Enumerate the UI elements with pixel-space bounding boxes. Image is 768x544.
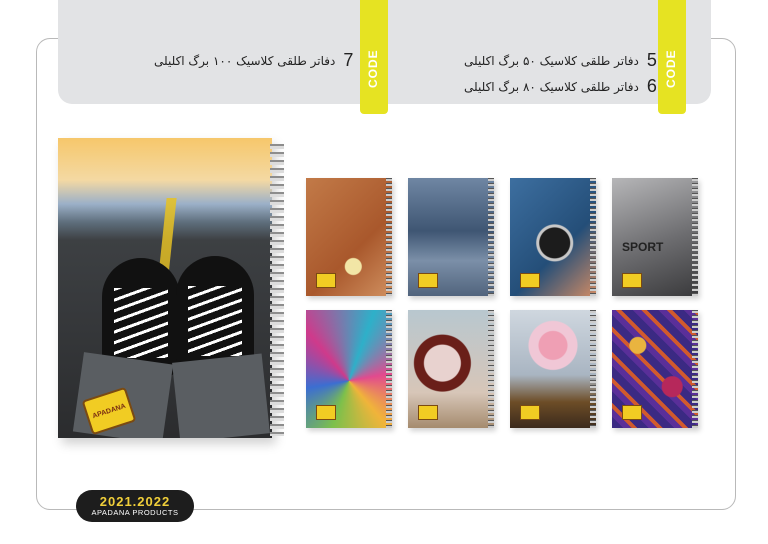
brand-text: APADANA PRODUCTS: [91, 507, 179, 517]
product-code: 5: [646, 50, 657, 70]
product-code: 6: [646, 76, 657, 96]
mini-logo: [418, 405, 438, 420]
notebook-thumb-denim: [408, 178, 494, 296]
code-tab-left: CODE: [360, 0, 388, 114]
mini-logo: [316, 405, 336, 420]
product-text: دفاتر طلقی کلاسیک ۸۰ برگ اکلیلی: [464, 79, 639, 94]
product-text: دفاتر طلقی کلاسیک ۱۰۰ برگ اکلیلی: [154, 53, 336, 68]
product-code: 7: [343, 50, 354, 70]
notebook-thumb-sport: SPORT: [612, 178, 698, 296]
notebook-thumb-vase: [510, 310, 596, 428]
code-label: CODE: [366, 49, 380, 88]
featured-notebook: [58, 138, 272, 438]
product-line-5: دفاتر طلقی کلاسیک ۵۰ برگ اکلیلی 5: [464, 50, 657, 71]
code-label: CODE: [664, 49, 678, 88]
sport-label: SPORT: [622, 240, 664, 254]
mini-logo: [418, 273, 438, 288]
notebook-thumb-paisley: [612, 310, 698, 428]
product-line-6: دفاتر طلقی کلاسیک ۸۰ برگ اکلیلی 6: [464, 76, 657, 97]
notebook-thumb-watch: [510, 178, 596, 296]
notebook-thumb-flowers: [408, 310, 494, 428]
mini-logo: [520, 405, 540, 420]
year-badge: 2021.2022 APADANA PRODUCTS: [76, 490, 194, 522]
mini-logo: [520, 273, 540, 288]
notebook-thumb-tennis: [306, 178, 392, 296]
header-panel: CODE دفاتر طلقی کلاسیک ۱۰۰ برگ اکلیلی 7 …: [58, 0, 711, 114]
product-text: دفاتر طلقی کلاسیک ۵۰ برگ اکلیلی: [464, 53, 639, 68]
notebook-thumb-stained-glass: [306, 310, 392, 428]
year-text: 2021.2022: [99, 493, 171, 509]
product-line-7: دفاتر طلقی کلاسیک ۱۰۰ برگ اکلیلی 7: [154, 50, 353, 71]
notebook-spiral: [270, 144, 284, 436]
code-tab-right: CODE: [658, 0, 686, 114]
leg-right: [172, 353, 270, 438]
mini-logo: [622, 405, 642, 420]
mini-logo: [622, 273, 642, 288]
mini-logo: [316, 273, 336, 288]
